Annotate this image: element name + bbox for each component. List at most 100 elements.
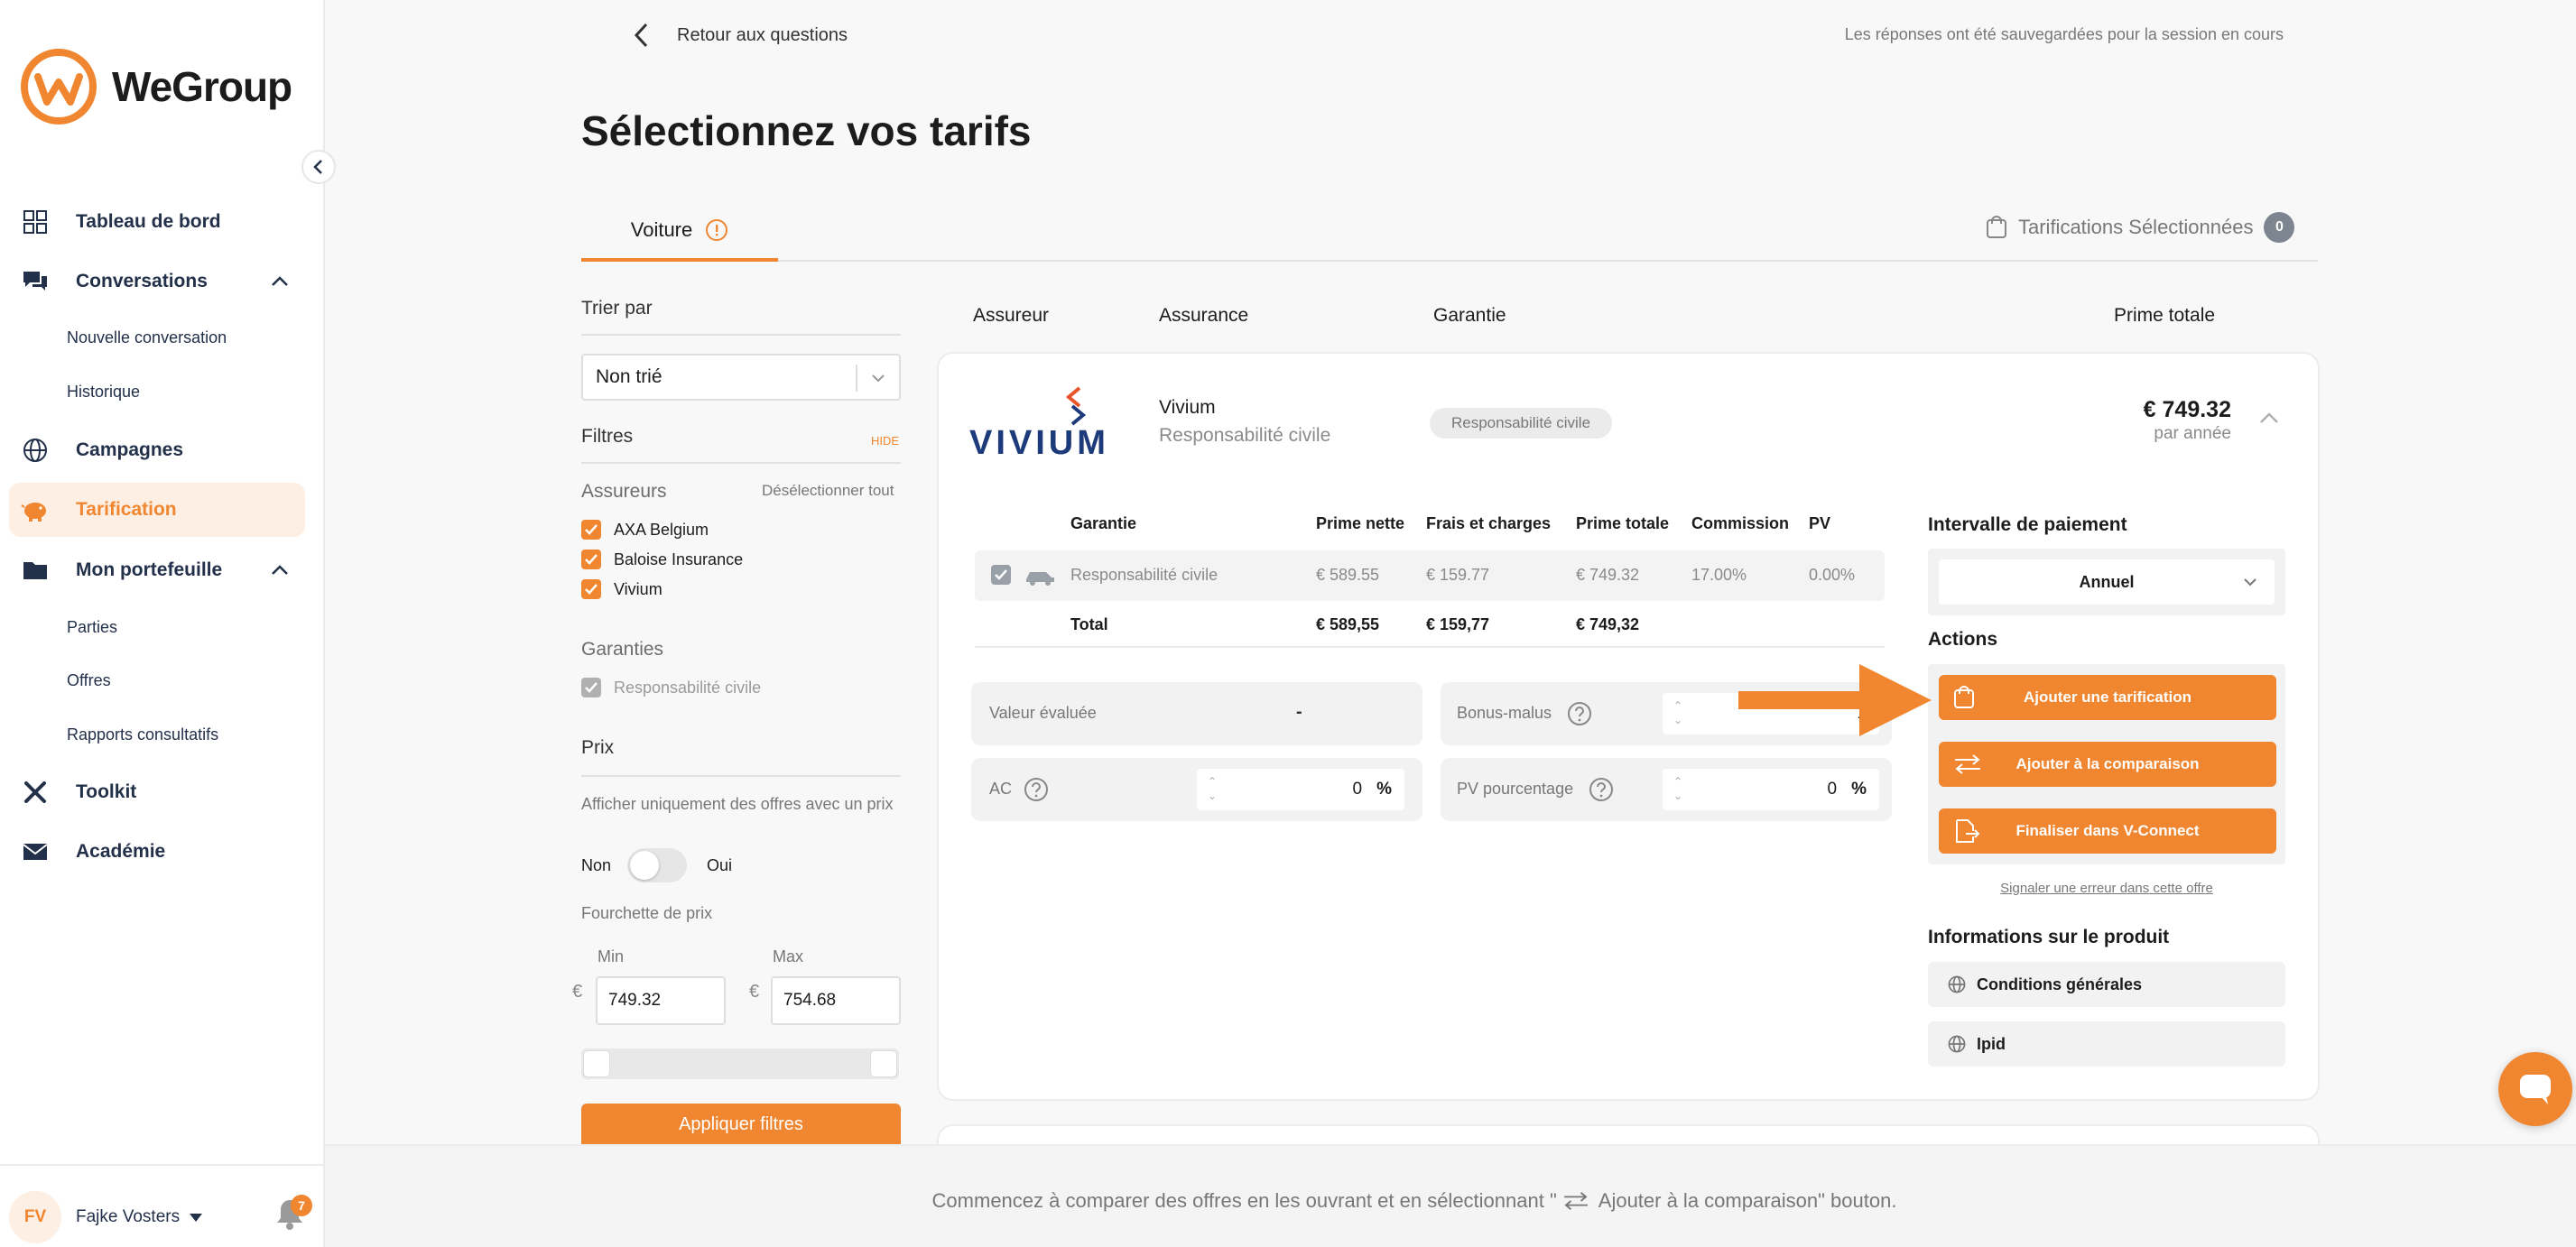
chevron-down-icon (2242, 574, 2258, 590)
button-label: Ajouter une tarification (2023, 688, 2192, 706)
sidebar-item-dashboard[interactable]: Tableau de bord (20, 195, 307, 249)
pv-percentage-label: PV pourcentage (1457, 780, 1574, 798)
insurer-label: AXA Belgium (614, 520, 709, 539)
selected-tarifs[interactable]: Tarifications Sélectionnées 0 (1986, 211, 2295, 244)
stepper-arrows[interactable]: ⌃ ⌄ (1208, 774, 1217, 803)
stepper-arrows[interactable]: ⌃ ⌄ (1673, 774, 1682, 803)
price-toggle-row: Non Oui (581, 848, 732, 882)
column-guarantee: Garantie (1433, 305, 1506, 326)
table-header-net-premium: Prime nette (1316, 514, 1405, 532)
chat-widget-button[interactable] (2498, 1052, 2572, 1126)
selected-label: Tarifications Sélectionnées (2018, 216, 2254, 238)
insurer-checkbox-row[interactable]: AXA Belgium (581, 520, 709, 540)
sidebar-item-tarification[interactable]: Tarification (9, 483, 305, 537)
sidebar-item-label: Campagnes (76, 439, 184, 460)
wegroup-logo[interactable]: WeGroup (18, 45, 307, 128)
collapse-offer-button[interactable] (2256, 406, 2282, 431)
insurers-label: Assureurs (581, 481, 667, 502)
sidebar-item-portfolio[interactable]: Mon portefeuille (20, 543, 307, 597)
tab-voiture[interactable]: Voiture (581, 202, 778, 262)
sidebar-subitem-new-conversation[interactable]: Nouvelle conversation (67, 328, 227, 347)
apply-filters-button[interactable]: Appliquer filtres (581, 1104, 901, 1145)
ac-input[interactable]: ⌃ ⌄ 0 % (1197, 769, 1404, 810)
dashboard-icon (20, 207, 51, 237)
min-label: Min (598, 947, 625, 965)
sidebar-item-conversations[interactable]: Conversations (20, 254, 307, 309)
sidebar-subitem-parties[interactable]: Parties (67, 618, 117, 637)
toggle-on-label: Oui (707, 855, 733, 874)
price-min-input[interactable]: 749.32 (596, 976, 726, 1025)
stepper-arrows[interactable]: ⌃ ⌄ (1673, 698, 1682, 727)
tab-label: Voiture (630, 218, 693, 241)
chevron-left-icon (632, 22, 652, 49)
add-tarification-button[interactable]: Ajouter une tarification (1939, 675, 2276, 720)
sidebar-item-label: Académie (76, 841, 166, 862)
ac-label: AC (989, 780, 1013, 798)
page-title: Sélectionnez vos tarifs (581, 107, 1032, 154)
tabs-divider (778, 260, 2318, 262)
help-icon[interactable] (1024, 777, 1049, 802)
sort-value: Non trié (596, 366, 663, 387)
select-divider (856, 365, 857, 392)
sidebar-subitem-offers[interactable]: Offres (67, 671, 111, 690)
payment-interval-select[interactable]: Annuel (1939, 559, 2275, 605)
user-name: Fajke Vosters (76, 1207, 181, 1226)
help-icon[interactable] (1567, 701, 1592, 726)
max-label: Max (773, 947, 804, 965)
sidebar-item-academy[interactable]: Académie (20, 825, 307, 879)
evaluated-value: - (1296, 702, 1302, 722)
info-icon[interactable] (705, 218, 728, 242)
chevron-up-icon[interactable] (269, 271, 291, 292)
back-to-questions[interactable]: Retour aux questions (632, 18, 848, 52)
sidebar-item-toolkit[interactable]: Toolkit (20, 765, 307, 819)
apply-filters-label: Appliquer filtres (679, 1113, 803, 1134)
checkbox-checked[interactable] (581, 579, 601, 599)
total-cell: € 749,32 (1576, 615, 1640, 633)
sidebar-item-campaigns[interactable]: Campagnes (20, 423, 307, 477)
notifications-button[interactable]: 7 (274, 1195, 312, 1238)
deselect-all-link[interactable]: Désélectionner tout (762, 482, 894, 500)
price-range-slider[interactable] (581, 1048, 899, 1079)
report-error-link[interactable]: Signaler une erreur dans cette offre (1928, 881, 2285, 896)
sidebar-item-label: Toolkit (76, 781, 137, 802)
price-max-input[interactable]: 754.68 (771, 976, 901, 1025)
offer-price: € 749.32 (2143, 397, 2231, 422)
sidebar-collapse-button[interactable] (301, 150, 336, 184)
basket-icon (1953, 686, 1975, 709)
guarantee-badge: Responsabilité civile (1430, 408, 1613, 439)
general-conditions-link[interactable]: Conditions générales (1928, 962, 2285, 1007)
checkbox-checked[interactable] (581, 520, 601, 540)
swap-arrows-icon (1562, 1190, 1589, 1212)
total-cell: € 589,55 (1316, 615, 1380, 633)
help-icon[interactable] (1589, 777, 1614, 802)
insurer-checkbox-row[interactable]: Vivium (581, 579, 663, 599)
slider-handle-min[interactable] (583, 1050, 610, 1077)
guarantee-label: Responsabilité civile (614, 678, 762, 697)
ipid-link[interactable]: Ipid (1928, 1021, 2285, 1067)
checkbox-checked[interactable] (581, 550, 601, 569)
add-to-comparison-button[interactable]: Ajouter à la comparaison (1939, 742, 2276, 787)
globe-icon (1948, 975, 1966, 993)
sort-select[interactable]: Non trié (581, 354, 901, 401)
evaluated-label: Valeur évaluée (989, 704, 1097, 722)
annotation-arrow (1738, 664, 1932, 736)
slider-handle-max[interactable] (870, 1050, 897, 1077)
table-cell: Responsabilité civile (1070, 566, 1219, 584)
product-info-label: Informations sur le produit (1928, 927, 2170, 947)
saved-note: Les réponses ont été sauvegardées pour l… (1844, 25, 2284, 43)
actions-label: Actions (1928, 629, 1998, 650)
insurer-checkbox-row[interactable]: Baloise Insurance (581, 550, 743, 569)
sidebar-subitem-advisory-reports[interactable]: Rapports consultatifs (67, 725, 218, 744)
sidebar-subitem-history[interactable]: Historique (67, 383, 140, 402)
ac-field: AC ⌃ ⌄ 0 % (971, 758, 1422, 821)
pv-percentage-input[interactable]: ⌃ ⌄ 0 % (1663, 769, 1879, 810)
pv-percentage-value: 0 (1827, 780, 1838, 799)
hide-filters-link[interactable]: HIDE (871, 434, 899, 448)
user-menu[interactable]: FV Fajke Vosters (9, 1189, 217, 1245)
price-toggle[interactable] (627, 848, 688, 882)
vivium-logo: VIVIUM (969, 384, 1141, 462)
checkbox-disabled (581, 678, 601, 697)
chevron-up-icon[interactable] (269, 559, 291, 581)
finalize-v-connect-button[interactable]: Finaliser dans V-Connect (1939, 808, 2276, 854)
caret-down-icon (189, 1212, 203, 1223)
